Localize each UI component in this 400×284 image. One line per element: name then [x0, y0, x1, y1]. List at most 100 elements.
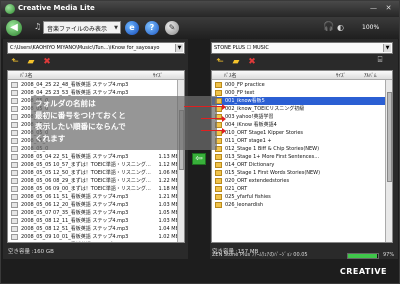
row-size: 1.02 MB [158, 234, 179, 240]
music-file-icon [11, 90, 18, 96]
device-scrollbar[interactable] [385, 80, 392, 242]
music-file-icon [11, 170, 18, 176]
row-name: 020_ORT extendedstories [225, 178, 290, 184]
header-size[interactable]: ｻｲｽﾞ [153, 72, 163, 79]
back-icon[interactable]: ◀ [6, 20, 22, 36]
delete-icon[interactable]: ✖ [246, 56, 258, 68]
folder-icon [215, 194, 222, 200]
folder-row[interactable]: 020_ORT extendedstories [212, 177, 392, 185]
file-row[interactable]: 2008_05_08 12_11_看板英語 ステップ4.mp3 1.03 MB [8, 217, 184, 225]
file-row[interactable]: 2008_05_05 10_57_まずは！TOEIC単語・リスニング… 1.12 … [8, 161, 184, 169]
web-help-icon[interactable]: e [125, 21, 139, 35]
folder-row[interactable]: 011_ORT stage1 + [212, 137, 392, 145]
file-filter-value: 音楽ファイルのみ表示 [47, 26, 108, 33]
close-icon[interactable]: ✕ [384, 4, 393, 13]
file-row[interactable]: 2008_05_08 12_51_看板英語 ステップ4.mp3 1.04 MB [8, 225, 184, 233]
file-row[interactable]: 2008_05_07 07_35_看板英語 ステップ4.mp3 1.05 MB [8, 209, 184, 217]
music-note-icon: ♫ [34, 22, 42, 31]
music-file-icon [11, 242, 18, 243]
music-file-icon [11, 194, 18, 200]
row-name: 2008_05_06 09_00_まずは！TOEIC単語・リスニング… [21, 186, 151, 192]
row-name: 000_FP text [225, 90, 255, 96]
folder-row[interactable]: 014_ORT Dictionary [212, 161, 392, 169]
folder-row[interactable]: 013_Stage 1+ More First Sentences… [212, 153, 392, 161]
local-path-select[interactable]: C:\Users\KAOHIYO MIYANO\Music\iTun...\iK… [7, 42, 185, 54]
volume-percent: 100% [362, 24, 380, 31]
row-name: 2008_05_09 10_01_看板英語 ステップ4.mp3 [21, 234, 129, 240]
row-name: 2008_05_06 08_29_まずは！TOEIC単語・リスニング… [21, 178, 151, 184]
row-name: 013_Stage 1+ More First Sentences… [225, 154, 320, 160]
file-row[interactable]: 2008_05_05 12_50_まずは！TOEIC単語・リスニング… 1.06 … [8, 169, 184, 177]
folder-row[interactable]: 004_iKnow 看板英語4 [212, 121, 392, 129]
row-name: 021_ORT [225, 186, 248, 192]
music-file-icon [11, 226, 18, 232]
music-file-icon [11, 138, 18, 144]
folder-row[interactable]: 012_Stage 1 Biff & Chip Stories(NEW) [212, 145, 392, 153]
folder-row[interactable]: 015_Stage 1 First Words Stories(NEW) [212, 169, 392, 177]
capacity-progress-bar [347, 253, 379, 259]
row-name: 2008_04_25 22_48_看板英語 ステップ4.mp3 [21, 82, 129, 88]
folder-row[interactable]: 001_iknow看板5 [212, 97, 392, 105]
file-row[interactable]: 2008_05_04 22_51_看板英語 ステップ4.mp3 1.13 MB [8, 153, 184, 161]
local-list-header: ﾊﾟｽ名 ｻｲｽﾞ [8, 71, 184, 80]
device-file-list[interactable]: ﾊﾟｽ名 ｻｲｽﾞ ｱﾙﾊﾞﾑ 000_FP practice 000_FP te… [211, 70, 393, 243]
annotation-note: フォルダの名前は 最初に番号をつけておくと 表示したい順番にならんで くれます [31, 96, 217, 150]
up-folder-icon[interactable]: ⬑ [214, 56, 226, 68]
up-folder-icon[interactable]: ⬑ [9, 56, 21, 68]
file-filter-select[interactable]: 音楽ファイルのみ表示 ▼ [43, 21, 121, 34]
folder-row[interactable]: 025_yfarful fishies [212, 193, 392, 201]
device-panel: STONE PLUS ☐ MUSIC ▼ ⬑ ▰ ✖ ⌸ ﾊﾟｽ名 ｻｲｽﾞ ｱ… [210, 39, 398, 259]
row-name: 012_Stage 1 Biff & Chip Stories(NEW) [225, 146, 320, 152]
folder-row[interactable]: 000_FP practice [212, 81, 392, 89]
file-row[interactable]: 2008_05_09 10_42_看板英語 ステップ4.mp3 1.05 MB [8, 241, 184, 243]
minimize-icon[interactable]: — [369, 4, 378, 13]
music-file-icon [11, 114, 18, 120]
folder-row[interactable]: 000_FP text [212, 89, 392, 97]
transfer-to-pc-button[interactable]: ⇦ [192, 153, 206, 165]
row-size: 1.05 MB [159, 241, 179, 242]
new-folder-icon[interactable]: ▰ [25, 56, 37, 68]
row-name: 2008_05_05 12_50_まずは！TOEIC単語・リスニング… [21, 170, 151, 176]
row-name: 001_iknow看板5 [225, 98, 265, 104]
delete-icon[interactable]: ✖ [41, 56, 53, 68]
annotation-arrow [201, 114, 226, 123]
folder-row[interactable]: 002_iknow_TOEICリスニング初級 [212, 105, 392, 113]
folder-row[interactable]: 021_ORT [212, 185, 392, 193]
folder-icon [215, 178, 222, 184]
device-icon[interactable]: ⌸ [374, 54, 386, 66]
row-size: 1.12 MB [158, 162, 179, 168]
folder-icon [215, 186, 222, 192]
file-row[interactable]: 2008_04_25 22_48_看板英語 ステップ4.mp3 [8, 81, 184, 89]
row-name: 003 yahoo!英語学習 [225, 114, 274, 120]
file-row[interactable]: 2008_05_06 09_00_まずは！TOEIC単語・リスニング… 1.18 … [8, 185, 184, 193]
file-row[interactable]: 2008_05_09 10_01_看板英語 ステップ4.mp3 1.02 MB [8, 233, 184, 241]
row-name: 004_iKnow 看板英語4 [225, 122, 277, 128]
help-icon[interactable]: ? [145, 21, 159, 35]
folder-row[interactable]: 010_ORT Stage1 Kipper Stories [212, 129, 392, 137]
annotation-line: 最初に番号をつけておくと [35, 110, 126, 120]
header-name[interactable]: ﾊﾟｽ名 [224, 72, 237, 79]
device-path-select[interactable]: STONE PLUS ☐ MUSIC ▼ [211, 42, 393, 54]
row-size: 1.03 MB [158, 218, 179, 224]
header-name[interactable]: ﾊﾟｽ名 [20, 72, 33, 79]
volume-icon[interactable]: ◐ [337, 23, 344, 32]
file-row[interactable]: 2008_05_06 12_20_看板英語 ステップ4.mp3 1.03 MB [8, 201, 184, 209]
new-folder-icon[interactable]: ▰ [230, 56, 242, 68]
file-row[interactable]: 2008_05_06 11_51_看板英語 ステップ4.mp3 1.21 MB [8, 193, 184, 201]
title-bar: Creative Media Lite — ✕ [1, 1, 399, 17]
app-logo-icon [5, 4, 15, 14]
header-size[interactable]: ｻｲｽﾞ [336, 72, 346, 79]
annotation-line: 表示したい順番にならんで [35, 122, 126, 131]
settings-icon[interactable]: ✎ [165, 21, 179, 35]
header-album[interactable]: ｱﾙﾊﾞﾑ [364, 72, 377, 79]
row-name: 002_iknow_TOEICリスニング初級 [225, 106, 305, 112]
music-file-icon [11, 210, 18, 216]
music-file-icon [11, 162, 18, 168]
scroll-thumb[interactable] [387, 92, 392, 182]
capacity-percent: 97% [383, 252, 395, 258]
chevron-down-icon: ▼ [175, 44, 183, 52]
file-row[interactable]: 2008_05_06 08_29_まずは！TOEIC単語・リスニング… 1.22 … [8, 177, 184, 185]
folder-row[interactable]: 003 yahoo!英語学習 [212, 113, 392, 121]
row-name: 015_Stage 1 First Words Stories(NEW) [225, 170, 321, 176]
folder-row[interactable]: 026_leonardish [212, 201, 392, 209]
